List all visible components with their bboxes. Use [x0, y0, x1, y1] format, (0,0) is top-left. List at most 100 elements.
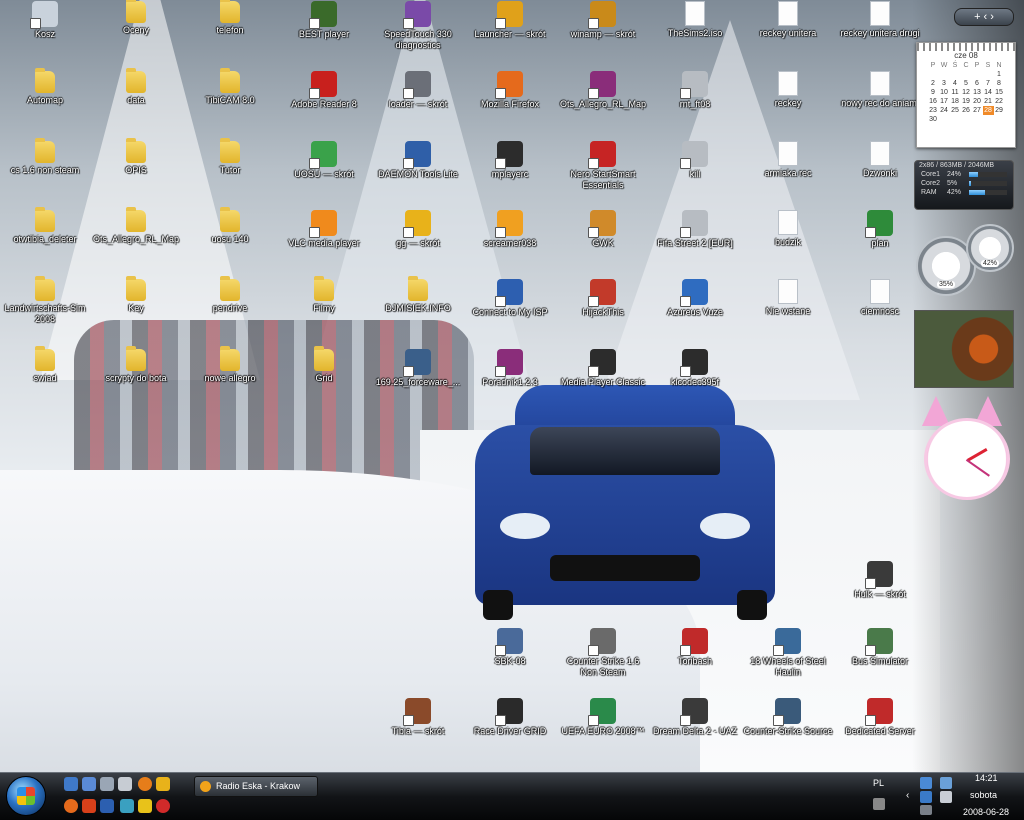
desktop-icon[interactable]: winamp — skrót [558, 1, 648, 40]
desktop-icon[interactable]: klcodec395f [650, 349, 740, 388]
calendar-day[interactable]: 10 [939, 88, 950, 97]
desktop-icon[interactable]: telefon [185, 0, 275, 36]
tray-volume-icon[interactable] [940, 791, 952, 803]
tray-clock-time[interactable]: 14:21 [975, 773, 998, 783]
desktop-icon[interactable]: Key [91, 276, 181, 314]
tray-power-icon[interactable] [920, 805, 932, 815]
quicklaunch-player-icon[interactable] [138, 799, 152, 813]
desktop-icon[interactable]: pendrive [185, 276, 275, 314]
calendar-day[interactable]: 19 [961, 97, 972, 106]
calendar-day[interactable]: 9 [928, 88, 939, 97]
calendar-gadget[interactable]: cze 08 PWŚCPSN 1 2 3 4 5 6 7 8 9 10 11 12 13 14 15 16 17… [916, 42, 1016, 148]
desktop-icon[interactable]: Connect to My ISP [465, 279, 555, 318]
calendar-day[interactable]: 17 [939, 97, 950, 106]
tray-shield-icon[interactable] [920, 791, 932, 803]
tray-monitor-icon[interactable] [940, 777, 952, 789]
desktop-icon[interactable]: Toribash [650, 628, 740, 667]
quicklaunch-show-desktop-icon[interactable] [64, 777, 78, 791]
desktop-icon[interactable]: Tutor [185, 138, 275, 176]
pink-clock-gadget[interactable] [914, 396, 1012, 500]
calendar-day[interactable]: 20 [972, 97, 983, 106]
desktop-icon[interactable]: TibiCAM 8.0 [185, 68, 275, 106]
desktop-icon[interactable]: 18 Wheels of Steel Haulin [743, 628, 833, 678]
desktop-icon[interactable]: reckey unitera [743, 1, 833, 39]
desktop-icon[interactable]: Adobe Reader 8 [279, 71, 369, 110]
desktop-icon[interactable]: Azureus Vuze [650, 279, 740, 318]
desktop-icon[interactable]: Media Player Classic [558, 349, 648, 388]
desktop-icon[interactable]: GWK [558, 210, 648, 249]
calendar-day[interactable]: 14 [983, 88, 994, 97]
desktop-icon[interactable]: HijackThis [558, 279, 648, 318]
desktop-icon[interactable]: nowe allegro [185, 346, 275, 384]
desktop-icon[interactable]: Counter-Strike Source [743, 698, 833, 737]
desktop-icon[interactable]: Nero StartSmart Essentials [558, 141, 648, 191]
calendar-day[interactable]: 3 [939, 79, 950, 88]
quicklaunch-media-icon[interactable] [138, 777, 152, 791]
desktop-icon[interactable]: VLC media player [279, 210, 369, 249]
desktop-icon[interactable]: otwtibia_deleter [0, 207, 90, 245]
desktop-icon[interactable]: data [91, 68, 181, 106]
calendar-day[interactable]: 8 [994, 79, 1005, 88]
desktop-icon[interactable]: swiad [0, 346, 90, 384]
quicklaunch-opera-icon[interactable] [156, 799, 170, 813]
desktop-icon[interactable]: Fifa Street 2 [EUR] [650, 210, 740, 249]
calendar-day[interactable]: 4 [950, 79, 961, 88]
calendar-day[interactable]: 13 [972, 88, 983, 97]
desktop-icon[interactable]: DAEMON Tools Lite [373, 141, 463, 180]
desktop-icon[interactable]: 169.25_forceware_... [373, 349, 463, 388]
desktop-icon[interactable]: uosu 140 [185, 207, 275, 245]
tray-network-icon[interactable] [920, 777, 932, 789]
desktop-icon[interactable]: TheSims2.iso [650, 1, 740, 39]
cpu-gauge-small[interactable]: 42% [966, 224, 1014, 272]
sidebar-controls[interactable]: + ‹ › [954, 8, 1014, 26]
desktop-icon[interactable]: Launcher — skrót [465, 1, 555, 40]
desktop-icon[interactable]: DJMISIEK.INFO [373, 276, 463, 314]
calendar-day[interactable]: 29 [994, 106, 1005, 115]
desktop-icon[interactable]: mplayerc [465, 141, 555, 180]
desktop-icon[interactable]: OPIS [91, 138, 181, 176]
desktop-icon[interactable]: BEST player [279, 1, 369, 40]
desktop-icon[interactable]: Ots_Allegro_RL_Map [558, 71, 648, 110]
calendar-day[interactable]: 18 [950, 97, 961, 106]
desktop-icon[interactable]: kill [650, 141, 740, 180]
desktop-icon[interactable]: scrypty do bota [91, 346, 181, 384]
desktop-icon[interactable]: screamer038 [465, 210, 555, 249]
desktop-icon[interactable]: Nie wstane [743, 279, 833, 317]
calendar-day[interactable]: 26 [961, 106, 972, 115]
desktop-icon[interactable]: UEFA EURO 2008™ [558, 698, 648, 737]
calendar-day[interactable]: 30 [928, 115, 939, 124]
calendar-day[interactable]: 2 [928, 79, 939, 88]
desktop-icon[interactable]: SBK-08 [465, 628, 555, 667]
calendar-day[interactable]: 27 [972, 106, 983, 115]
desktop-icon[interactable]: reckey [743, 71, 833, 109]
desktop-icon[interactable]: Mozilla Firefox [465, 71, 555, 110]
quicklaunch-pictures-icon[interactable] [120, 799, 134, 813]
desktop-icon[interactable]: Race Driver GRID [465, 698, 555, 737]
language-indicator[interactable]: PL [873, 778, 884, 788]
calendar-day[interactable]: 5 [961, 79, 972, 88]
quicklaunch-tool-icon[interactable] [118, 777, 132, 791]
desktop-icon[interactable]: Oceny [91, 0, 181, 36]
calendar-day[interactable]: 11 [950, 88, 961, 97]
desktop-icon[interactable]: cs 1.6 non steam [0, 138, 90, 176]
desktop-icon[interactable]: Landwirtschafts-Sim 2008 [0, 276, 90, 325]
tray-keyboard-icon[interactable] [873, 798, 885, 810]
tray-expand-icon[interactable]: ‹ [906, 790, 918, 802]
calendar-day[interactable]: 22 [994, 97, 1005, 106]
cpu-meter-gadget[interactable]: 2x86 / 863MB / 2046MB Core1 24% Core2 5% RAM… [914, 160, 1014, 210]
desktop-icon[interactable]: Kosz [0, 1, 90, 40]
calendar-day[interactable]: 24 [939, 106, 950, 115]
quicklaunch-folder-icon[interactable] [100, 799, 114, 813]
calendar-day[interactable]: 16 [928, 97, 939, 106]
calendar-day[interactable]: 6 [972, 79, 983, 88]
desktop-icon[interactable]: gg — skrót [373, 210, 463, 249]
calendar-day[interactable]: 12 [961, 88, 972, 97]
desktop-icon[interactable]: Dream Delta 2 - UAZ [650, 698, 740, 737]
quicklaunch-gg-icon[interactable] [82, 799, 96, 813]
calendar-day[interactable]: 21 [983, 97, 994, 106]
calendar-day[interactable]: 7 [983, 79, 994, 88]
desktop-icon[interactable]: UOSU — skrót [279, 141, 369, 180]
desktop-icon[interactable]: rnt_ft08 [650, 71, 740, 110]
desktop-icon[interactable]: Counter Strike 1.6 Non Steam [558, 628, 648, 678]
quicklaunch-switch-windows-icon[interactable] [82, 777, 96, 791]
